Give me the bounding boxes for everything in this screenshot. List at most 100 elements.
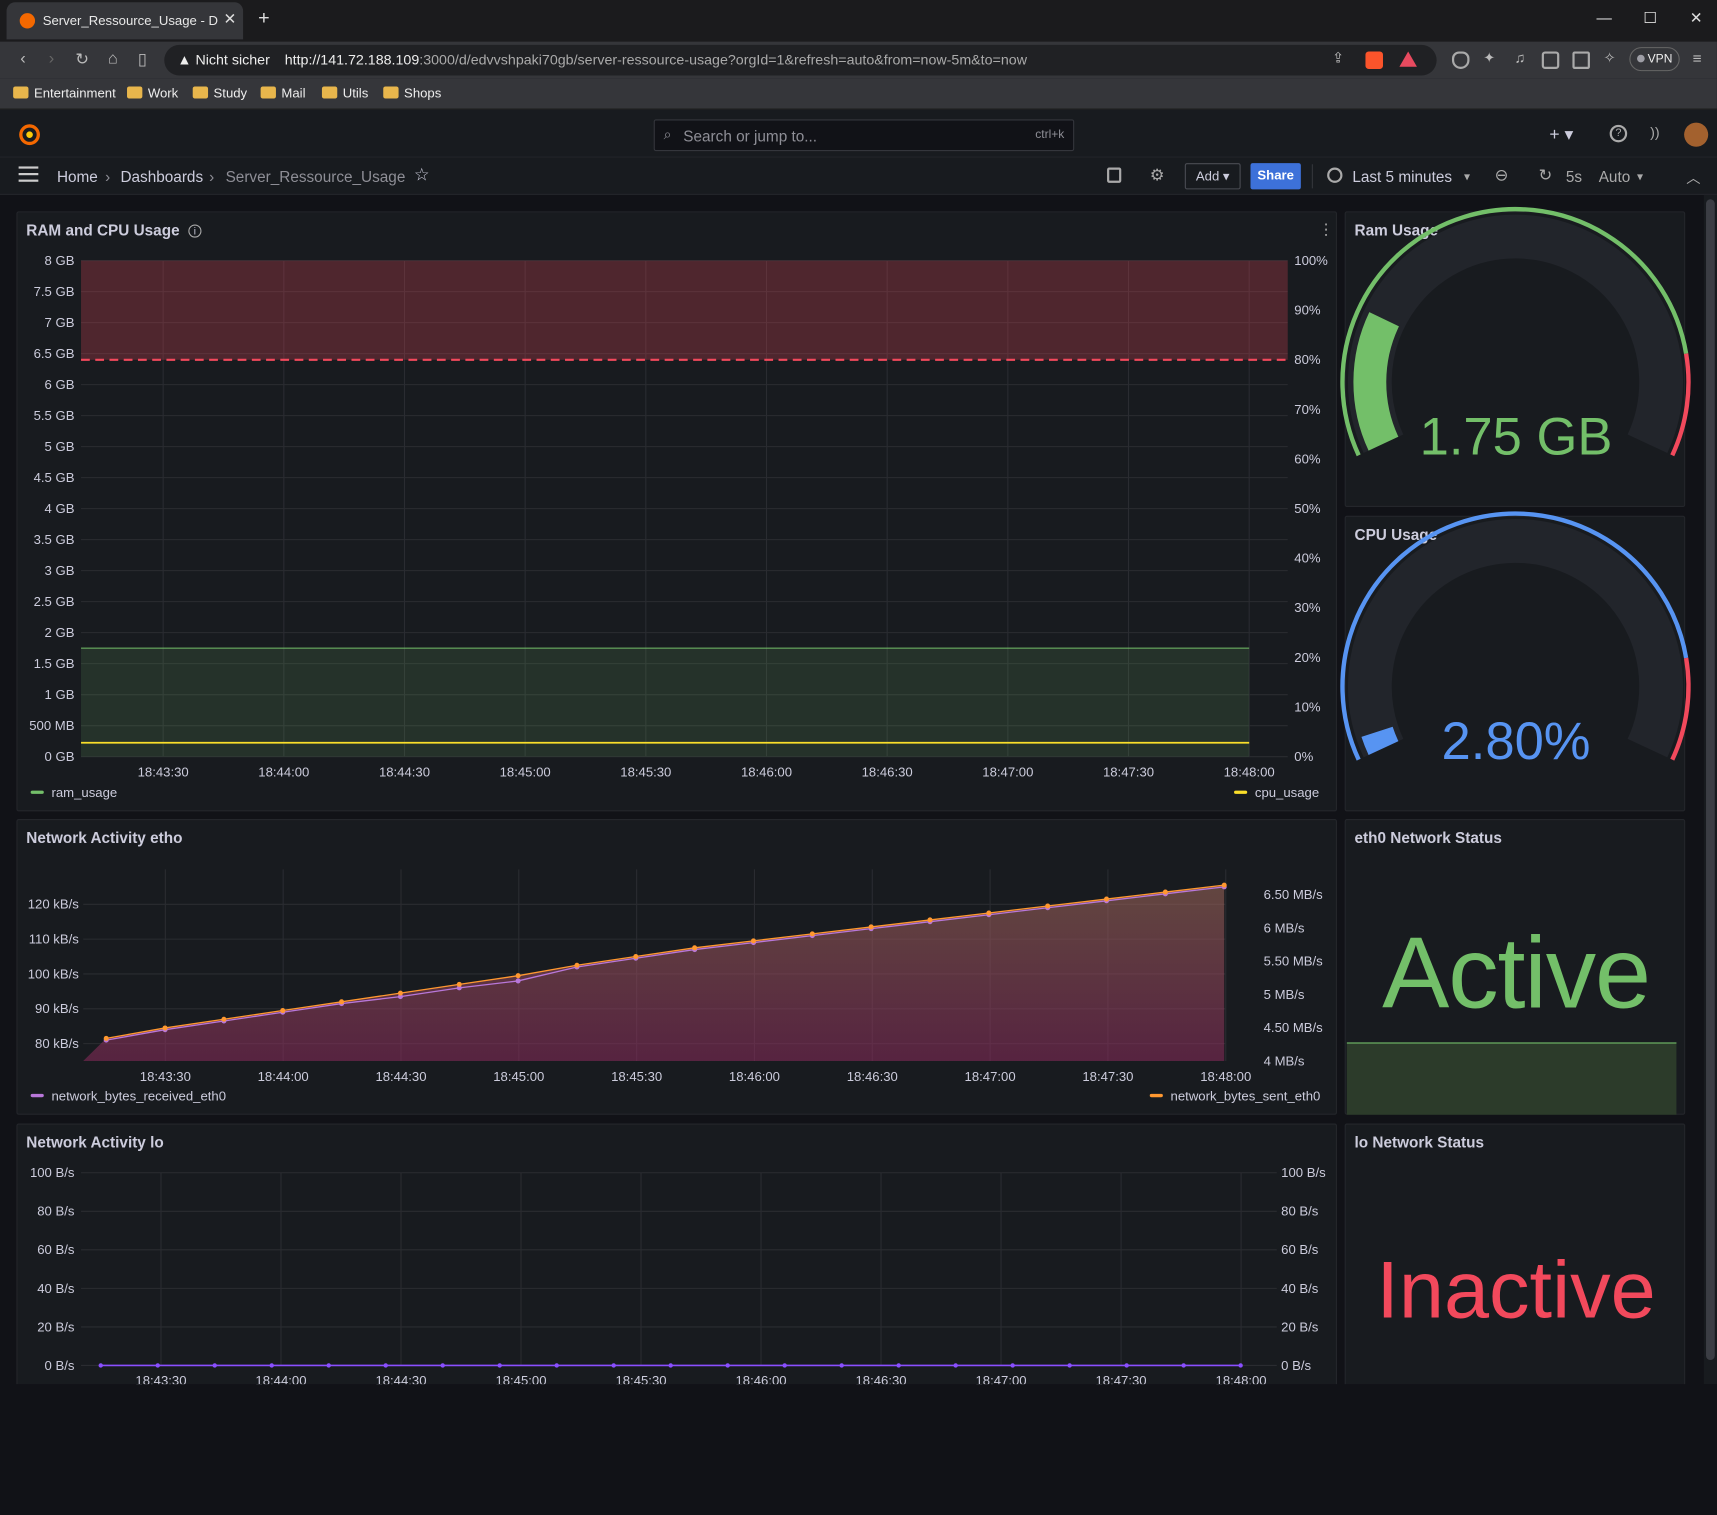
settings-gear-icon[interactable]: ⚙ <box>1150 165 1165 185</box>
chevron-down-icon[interactable]: ▾ <box>1637 170 1643 184</box>
leo-ai-icon[interactable]: ✧ <box>1599 49 1621 67</box>
news-feed-icon[interactable]: )) <box>1650 124 1659 140</box>
add-button[interactable]: Add ▾ <box>1184 163 1241 190</box>
legend-item[interactable]: cpu_usage <box>1234 785 1319 800</box>
close-window-icon[interactable]: ✕ <box>1680 9 1713 28</box>
menu-toggle-icon[interactable] <box>18 166 39 182</box>
y-tick-label: 120 kB/s <box>28 897 80 912</box>
x-tick-label: 18:47:00 <box>976 1373 1027 1384</box>
bookmark-folder[interactable]: Utils <box>321 85 368 101</box>
lo-point <box>839 1363 844 1368</box>
bookmark-folder[interactable]: Entertainment <box>13 85 116 101</box>
legend-item[interactable]: network_bytes_sent_eth0 <box>1149 1088 1320 1104</box>
search-icon: ⌕ <box>663 125 672 143</box>
save-icon[interactable] <box>1107 167 1122 183</box>
x-tick-label: 18:45:00 <box>495 1373 546 1384</box>
chevron-down-icon[interactable]: ▾ <box>1464 170 1470 184</box>
scrollbar-thumb[interactable] <box>1706 199 1715 1360</box>
brave-rewards-icon[interactable] <box>1399 51 1417 67</box>
sent-point <box>986 910 992 916</box>
y-tick-label: 6.5 GB <box>34 346 75 361</box>
bookmark-folder[interactable]: Shops <box>383 85 441 101</box>
zoom-out-icon[interactable]: ⊖ <box>1495 165 1509 185</box>
music-icon[interactable]: ♫ <box>1509 49 1531 65</box>
avatar[interactable] <box>1684 122 1709 147</box>
share-page-icon[interactable]: ⇪ <box>1327 49 1349 67</box>
browser-window: Server_Ressource_Usage - Dash ✕ + — ☐ ✕ … <box>0 0 1717 1515</box>
lo-point <box>611 1363 616 1368</box>
url-text[interactable]: http://141.72.188.109:3000/d/edvvshpaki7… <box>285 51 1027 67</box>
y-tick-label: 1 GB <box>45 687 75 702</box>
x-tick-label: 18:46:30 <box>855 1373 906 1384</box>
y2-tick-label: 100 B/s <box>1281 1165 1326 1180</box>
x-tick-label: 18:43:30 <box>140 1069 191 1084</box>
menu-icon[interactable]: ≡ <box>1686 49 1708 67</box>
sent-point <box>339 999 345 1005</box>
bookmark-folder[interactable]: Study <box>192 85 247 101</box>
new-tab-button[interactable]: + <box>252 7 276 30</box>
back-icon[interactable]: ‹ <box>12 49 34 68</box>
refresh-icon[interactable]: ↻ <box>1538 165 1552 185</box>
legend-item[interactable]: ram_usage <box>30 785 118 800</box>
lo-point <box>212 1363 217 1368</box>
tab-title: Server_Ressource_Usage - Dash <box>42 13 218 29</box>
breadcrumb-home[interactable]: Home <box>57 168 98 186</box>
warning-icon: ▲ <box>177 51 192 68</box>
x-tick-label: 18:44:30 <box>379 764 430 779</box>
forward-icon[interactable]: › <box>41 49 63 68</box>
sent-point <box>633 954 639 960</box>
network-area <box>83 885 1225 1062</box>
time-range-picker[interactable]: Last 5 minutes <box>1352 168 1452 186</box>
maximize-icon[interactable]: ☐ <box>1634 9 1667 28</box>
grafana-logo-icon[interactable] <box>18 123 42 147</box>
breadcrumb-dashboards[interactable]: Dashboards <box>120 168 203 186</box>
wallet-icon[interactable] <box>1572 51 1590 69</box>
ram-gauge-panel: Ram Usage 1.75 GB <box>1340 206 1691 507</box>
y-tick-label: 6 GB <box>45 377 75 392</box>
vpn-button[interactable]: VPN <box>1629 47 1680 72</box>
help-icon[interactable]: ? <box>1609 124 1628 143</box>
search-input[interactable]: ⌕ Search or jump to... ctrl+k <box>653 119 1075 152</box>
auto-refresh-picker[interactable]: Auto <box>1599 168 1631 186</box>
lo-point <box>440 1363 445 1368</box>
share-button[interactable]: Share <box>1250 163 1301 190</box>
lo-point <box>98 1363 103 1368</box>
collapse-toolbar-icon[interactable]: ︿ <box>1686 166 1700 187</box>
y2-tick-label: 80% <box>1294 352 1321 367</box>
extensions-icon[interactable]: ✦ <box>1478 49 1500 67</box>
bookmark-folder[interactable]: Work <box>127 85 178 101</box>
scrollbar[interactable] <box>1703 194 1717 1385</box>
x-tick-label: 18:43:30 <box>138 764 189 779</box>
refresh-interval[interactable]: 5s <box>1566 168 1582 186</box>
legend-item[interactable]: network_bytes_received_eth0 <box>30 1088 226 1104</box>
brave-shield-icon[interactable] <box>1365 51 1383 69</box>
privacy-shield-icon[interactable] <box>1451 51 1470 69</box>
browser-tab[interactable]: Server_Ressource_Usage - Dash ✕ <box>6 2 244 40</box>
clock-icon <box>1327 167 1343 183</box>
bookmark-icon[interactable]: ▯ <box>131 49 153 69</box>
y2-tick-label: 100% <box>1294 253 1328 268</box>
new-plus-icon[interactable]: + ▾ <box>1549 124 1573 146</box>
network-eth-chart: 120 kB/s 110 kB/s 100 kB/s 90 kB/s 80 kB/s 6.… <box>28 869 1324 1084</box>
sent-point <box>103 1035 109 1041</box>
bookmark-folder[interactable]: Mail <box>260 85 306 101</box>
y2-tick-label: 40 B/s <box>1281 1281 1319 1296</box>
minimize-icon[interactable]: — <box>1588 9 1621 27</box>
chevron-down-icon: ▾ <box>1222 168 1230 184</box>
y2-tick-label: 0% <box>1294 749 1313 764</box>
y-tick-label: 0 B/s <box>45 1358 75 1373</box>
status-sparkline <box>1346 1042 1677 1115</box>
x-tick-label: 18:46:00 <box>735 1373 786 1384</box>
close-tab-icon[interactable]: ✕ <box>221 10 239 28</box>
reload-icon[interactable]: ↻ <box>71 49 93 69</box>
home-icon[interactable]: ⌂ <box>102 49 124 68</box>
sidebar-icon[interactable] <box>1541 51 1560 69</box>
security-warning[interactable]: ▲ Nicht sicher <box>177 51 269 67</box>
x-tick-label: 18:45:00 <box>493 1069 544 1084</box>
y-tick-label: 2.5 GB <box>34 594 75 609</box>
x-tick-label: 18:43:30 <box>135 1373 186 1384</box>
star-icon[interactable]: ☆ <box>414 164 430 186</box>
legend-swatch <box>30 1093 44 1098</box>
y2-tick-label: 6.50 MB/s <box>1264 887 1324 902</box>
y2-tick-label: 4 MB/s <box>1264 1053 1305 1068</box>
